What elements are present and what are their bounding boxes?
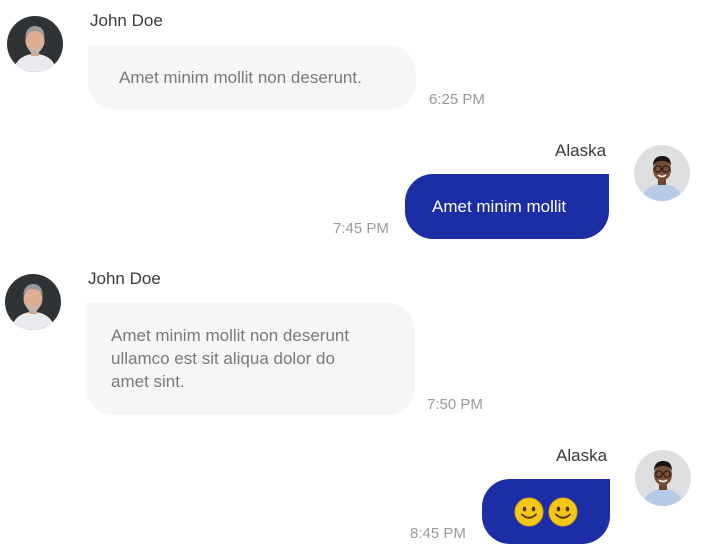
alaska-avatar [635,450,691,506]
message-bubble-incoming[interactable]: Amet minim mollit non deserunt ullamco e… [86,303,415,415]
message-text: Amet minim mollit [432,197,567,216]
message-bubble-outgoing[interactable] [482,479,610,544]
message-text-line: ullamco est sit aliqua dolor do [111,349,335,368]
message-text-line: amet sint. [111,372,185,391]
message-bubble-outgoing[interactable]: Amet minim mollit [405,174,609,239]
smiley-face-icon [548,497,578,526]
sender-avatar-alaska[interactable] [635,450,691,506]
sender-avatar-alaska[interactable] [634,145,690,201]
john-doe-avatar [5,274,61,330]
sender-name: John Doe [88,269,161,288]
message-text: Amet minim mollit non deserunt. [119,68,362,87]
smiley-face-icon [514,497,544,526]
message-timestamp: 6:25 PM [429,91,485,108]
message-timestamp: 7:45 PM [333,220,389,237]
sender-name: John Doe [90,11,163,30]
john-doe-avatar [7,16,63,72]
sender-avatar-john-doe[interactable] [7,16,63,72]
message-timestamp: 8:45 PM [410,525,466,542]
alaska-avatar [634,145,690,201]
message-bubble-incoming[interactable]: Amet minim mollit non deserunt. [88,45,416,110]
sender-name: Alaska [555,141,607,160]
message-timestamp: 7:50 PM [427,396,483,413]
message-text-line: Amet minim mollit non deserunt [111,326,350,345]
sender-name: Alaska [556,446,608,465]
sender-avatar-john-doe[interactable] [5,274,61,330]
